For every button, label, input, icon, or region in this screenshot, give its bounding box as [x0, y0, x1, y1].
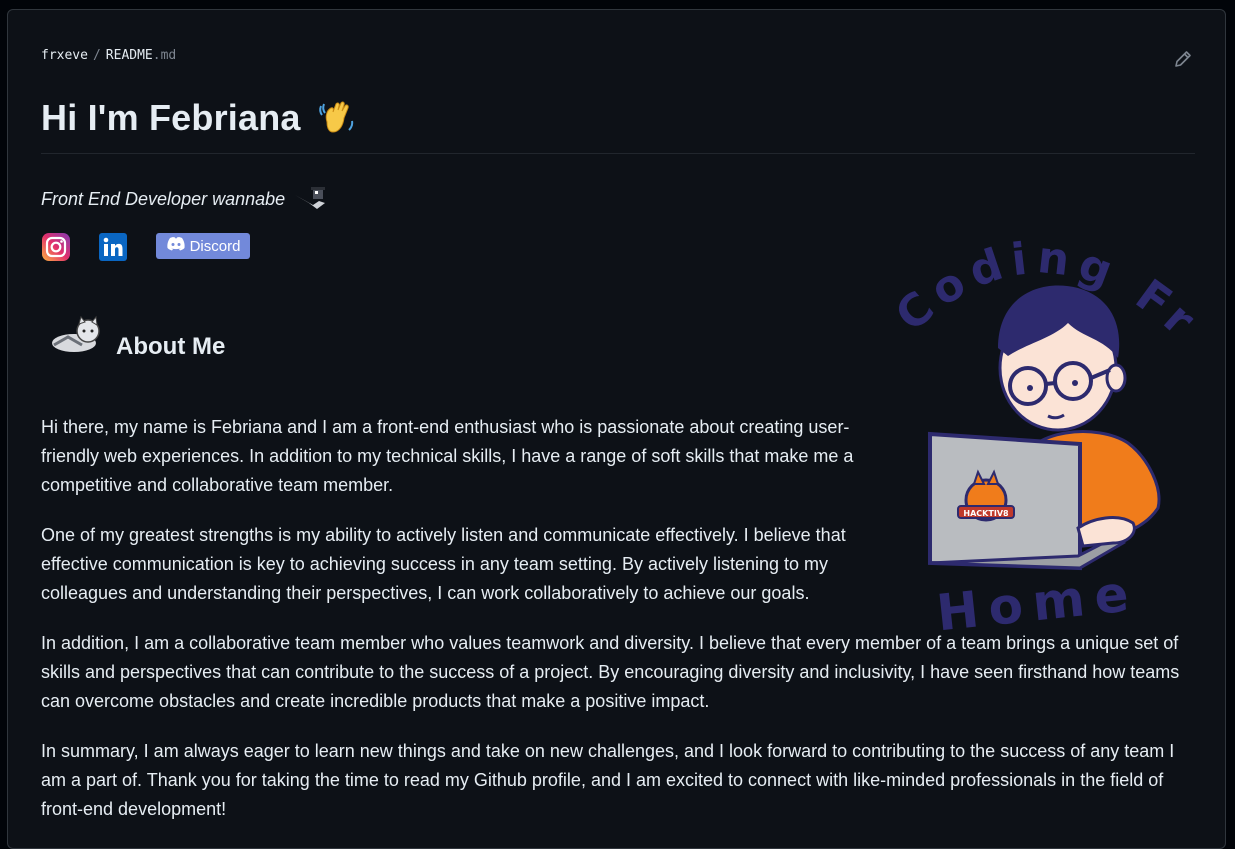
- pixel-cat-icon: [48, 315, 104, 362]
- breadcrumb-file-name: README: [105, 48, 153, 63]
- breadcrumb-separator: /: [92, 48, 101, 63]
- breadcrumb-file-ext: .md: [152, 48, 177, 63]
- subtitle: Front End Developer wannabe: [41, 185, 331, 213]
- edit-pencil-icon[interactable]: [1172, 48, 1194, 70]
- illustration-sticker-text: HACKTIV8: [963, 509, 1009, 518]
- about-me-heading: About Me: [116, 332, 226, 360]
- waving-hand-icon: [315, 96, 359, 140]
- about-paragraph-1: Hi there, my name is Febriana and I am a…: [41, 417, 854, 495]
- discord-label: Discord: [189, 237, 241, 255]
- about-section-header: About Me: [48, 315, 225, 362]
- page-title: Hi I'm Febriana: [41, 96, 359, 140]
- instagram-icon[interactable]: [41, 232, 71, 262]
- discord-badge[interactable]: Discord: [156, 233, 250, 259]
- about-paragraph-2: One of my greatest strengths is my abili…: [41, 525, 846, 603]
- page-title-text: Hi I'm Febriana: [41, 97, 301, 138]
- coding-from-home-illustration: Coding From: [861, 198, 1208, 642]
- discord-icon: [166, 236, 186, 256]
- about-paragraph-3: In addition, I am a collaborative team m…: [41, 633, 1180, 711]
- about-paragraph-4: In summary, I am always eager to learn n…: [41, 741, 1175, 819]
- linkedin-icon[interactable]: [98, 232, 128, 262]
- title-divider: [41, 153, 1195, 154]
- breadcrumb-owner[interactable]: frxeve: [41, 48, 88, 63]
- illustration-bottom-text: Home: [934, 564, 1141, 633]
- subtitle-text: Front End Developer wannabe: [41, 188, 286, 209]
- readme-card: frxeve / README .md Hi I'm Febriana Front…: [7, 9, 1226, 849]
- breadcrumb: frxeve / README .md: [41, 48, 176, 63]
- pixel-bird-icon: [291, 185, 331, 213]
